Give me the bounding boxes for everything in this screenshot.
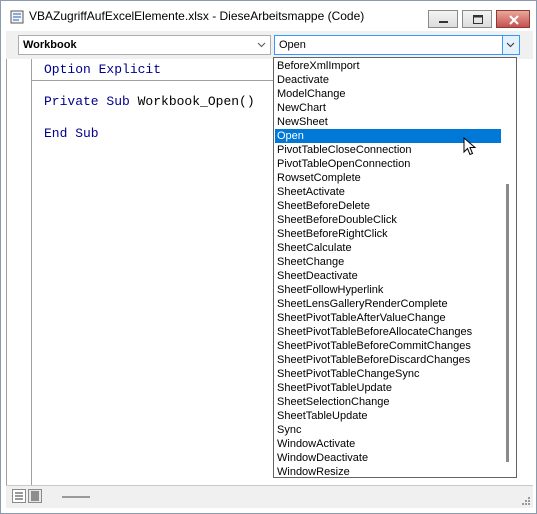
close-button[interactable] [496,10,530,28]
dropdown-item[interactable]: SheetBeforeRightClick [275,227,502,241]
minimize-icon [439,21,448,23]
dropdown-item[interactable]: SheetChange [275,255,502,269]
dropdown-scrollbar[interactable] [501,59,515,476]
procedure-dropdown-list[interactable]: BeforeXmlImport Deactivate ModelChange NewC… [273,57,517,478]
dropdown-item[interactable]: NewSheet [275,115,502,129]
dropdown-item[interactable]: RowsetComplete [275,171,502,185]
dropdown-item[interactable]: SheetSelectionChange [275,395,502,409]
dropdown-item[interactable]: NewChart [275,101,502,115]
horizontal-scrollbar-thumb[interactable] [62,496,90,498]
dropdown-scrollbar-thumb[interactable] [506,184,509,462]
dropdown-item[interactable]: SheetTableUpdate [275,409,502,423]
dropdown-item[interactable]: WindowActivate [275,437,502,451]
minimize-button[interactable] [428,10,458,28]
code-line-identifier: Workbook_Open() [137,94,255,109]
dropdown-item[interactable]: SheetPivotTableBeforeCommitChanges [275,339,502,353]
resize-grip-icon[interactable] [521,496,531,506]
full-module-view-icon [31,491,39,501]
dropdown-item[interactable]: SheetFollowHyperlink [275,283,502,297]
procedure-view-button[interactable] [12,489,26,503]
procedure-combobox[interactable]: Open [274,35,520,55]
title-bar[interactable]: VBAZugriffAufExcelElemente.xlsx - DieseA… [1,1,536,31]
dropdown-item[interactable]: Sync [275,423,502,437]
object-combobox[interactable]: Workbook [18,35,271,55]
object-combobox-value: Workbook [23,39,77,51]
procedure-separator [32,80,292,81]
dropdown-item[interactable]: BeforeXmlImport [275,59,502,73]
dropdown-item[interactable]: ModelChange [275,87,502,101]
dropdown-item[interactable]: SheetActivate [275,185,502,199]
code-line[interactable]: Option Explicit [44,62,161,77]
vba-code-window: VBAZugriffAufExcelElemente.xlsx - DieseA… [0,0,537,514]
dropdown-item[interactable]: SheetPivotTableChangeSync [275,367,502,381]
dropdown-item[interactable]: SheetPivotTableBeforeAllocateChanges [275,325,502,339]
close-icon [509,15,519,25]
dropdown-item[interactable]: SheetDeactivate [275,269,502,283]
dropdown-item[interactable]: SheetBeforeDoubleClick [275,213,502,227]
dropdown-item[interactable]: WindowResize [275,465,502,477]
dropdown-item[interactable]: SheetPivotTableAfterValueChange [275,311,502,325]
chevron-down-icon[interactable] [502,36,519,54]
dropdown-item[interactable]: SheetLensGalleryRenderComplete [275,297,502,311]
window-title: VBAZugriffAufExcelElemente.xlsx - DieseA… [29,9,365,23]
dropdown-item[interactable]: SheetPivotTableBeforeDiscardChanges [275,353,502,367]
full-module-view-button[interactable] [28,489,42,503]
code-line[interactable]: End Sub [44,126,99,141]
dropdown-item[interactable]: PivotTableOpenConnection [275,157,502,171]
vba-module-icon [10,10,24,24]
dropdown-item[interactable]: WindowDeactivate [275,451,502,465]
margin-indicator-bar[interactable] [7,59,32,485]
status-bar [6,485,533,508]
dropdown-item[interactable]: SheetBeforeDelete [275,199,502,213]
code-line[interactable]: Private Sub Workbook_Open() [44,94,255,109]
maximize-icon [473,15,483,24]
procedure-combobox-value: Open [279,39,306,51]
chevron-down-icon[interactable] [253,36,270,54]
maximize-button[interactable] [462,10,492,28]
mouse-pointer-icon [463,137,477,156]
code-line-keywords: Private Sub [44,94,138,109]
procedure-view-icon [15,492,23,500]
dropdown-item[interactable]: SheetCalculate [275,241,502,255]
code-toolbar: Workbook Open [6,31,533,59]
dropdown-item[interactable]: Deactivate [275,73,502,87]
dropdown-item[interactable]: SheetPivotTableUpdate [275,381,502,395]
